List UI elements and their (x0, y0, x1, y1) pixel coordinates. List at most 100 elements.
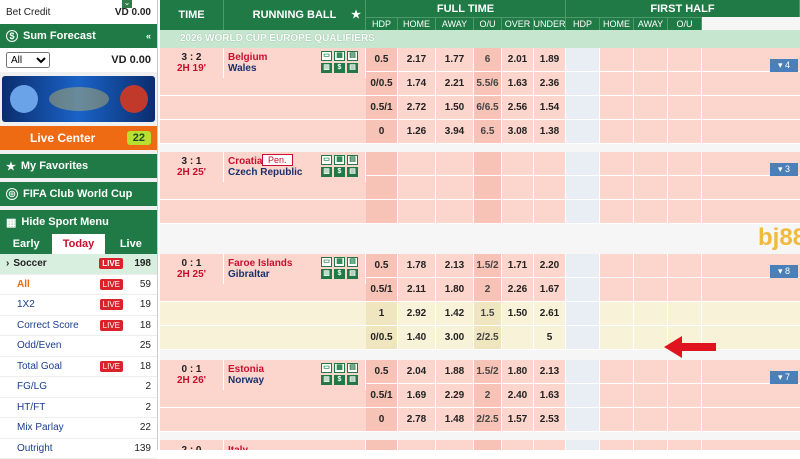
sport-item[interactable]: ›SoccerLIVE198 (0, 254, 157, 275)
odds-cell[interactable]: 2.92 (398, 302, 436, 325)
odds-cell[interactable]: 3.08 (502, 120, 534, 143)
home-team[interactable]: Estonia (228, 364, 264, 375)
odds-cell[interactable]: 1.50 (502, 302, 534, 325)
sport-item[interactable]: Mix Parlay22 (0, 418, 157, 439)
odds-cell[interactable]: 0.5/1 (366, 384, 398, 407)
odds-cell[interactable]: 0.5 (366, 360, 398, 383)
odds-cell[interactable]: 2.53 (534, 408, 566, 431)
odds-cell[interactable]: 1.40 (398, 326, 436, 349)
more-bets-button[interactable]: ▾ 8 (770, 265, 798, 278)
odds-cell[interactable]: 2.11 (398, 278, 436, 301)
odds-cell[interactable]: 2 (474, 384, 502, 407)
more-bets-button[interactable]: ▾ 7 (770, 371, 798, 384)
tv-icon[interactable]: ▭ (321, 51, 332, 61)
chart-icon[interactable]: ▤ (347, 269, 358, 279)
odds-cell[interactable]: 1.5/2 (474, 360, 502, 383)
odds-cell[interactable]: 0/0.5 (366, 326, 398, 349)
hide-sport-menu-button[interactable]: ▦ Hide Sport Menu (0, 210, 157, 234)
odds-cell[interactable]: 5.5/6 (474, 72, 502, 95)
odds-cell[interactable]: 1.26 (398, 120, 436, 143)
chart-icon[interactable]: ▤ (347, 375, 358, 385)
odds-cell[interactable]: 2.72 (398, 96, 436, 119)
odds-cell[interactable]: 2 (474, 278, 502, 301)
sport-item[interactable]: AllLIVE59 (0, 275, 157, 296)
sport-item[interactable]: HT/FT2 (0, 398, 157, 419)
odds-cell[interactable]: 2.26 (502, 278, 534, 301)
odds-cell[interactable]: 3.94 (436, 120, 474, 143)
odds-cell[interactable]: 1.63 (534, 384, 566, 407)
chart-icon[interactable]: ▤ (347, 155, 358, 165)
promo-banner[interactable] (2, 76, 155, 122)
odds-cell[interactable]: 6 (474, 48, 502, 71)
odds-cell[interactable]: 6.5 (474, 120, 502, 143)
odds-cell[interactable]: 1.71 (502, 254, 534, 277)
tab-today[interactable]: Today (52, 234, 104, 254)
odds-cell[interactable]: 1.77 (436, 48, 474, 71)
sum-forecast-header[interactable]: $ Sum Forecast « (0, 24, 157, 48)
sport-item[interactable]: Correct ScoreLIVE18 (0, 316, 157, 337)
odds-cell[interactable]: 0 (366, 120, 398, 143)
odds-cell[interactable]: 1.54 (534, 96, 566, 119)
chart-icon[interactable]: ▤ (347, 257, 358, 267)
collapse-chevron-icon[interactable]: ⌄ (122, 0, 132, 8)
odds-cell[interactable]: 2.21 (436, 72, 474, 95)
forecast-select[interactable]: All (6, 52, 50, 68)
away-team[interactable]: Gibraltar (228, 269, 270, 280)
odds-cell[interactable]: 2/2.5 (474, 408, 502, 431)
odds-cell[interactable]: 1.48 (436, 408, 474, 431)
home-team[interactable]: Croatia (228, 156, 262, 167)
dollar-icon[interactable]: $ (334, 269, 345, 279)
odds-cell[interactable]: 1.42 (436, 302, 474, 325)
more-bets-button[interactable]: ▾ 3 (770, 163, 798, 176)
league-header[interactable]: 2026 WORLD CUP EUROPE QUALIFIERS (160, 30, 800, 48)
stats-icon[interactable]: ▥ (321, 269, 332, 279)
odds-cell[interactable]: 1.67 (534, 278, 566, 301)
odds-cell[interactable]: 1.78 (398, 254, 436, 277)
stats-icon[interactable]: ▦ (334, 363, 345, 373)
tv-icon[interactable]: ▭ (321, 155, 332, 165)
odds-cell[interactable]: 1.38 (534, 120, 566, 143)
odds-cell[interactable]: 2.56 (502, 96, 534, 119)
sport-item[interactable]: Outright139 (0, 439, 157, 459)
odds-cell[interactable]: 1.88 (436, 360, 474, 383)
odds-cell[interactable]: 2.01 (502, 48, 534, 71)
odds-cell[interactable]: 2.36 (534, 72, 566, 95)
odds-cell[interactable]: 2.29 (436, 384, 474, 407)
odds-cell[interactable]: 2.13 (534, 360, 566, 383)
odds-cell[interactable]: 1.80 (436, 278, 474, 301)
my-favorites-button[interactable]: ★ My Favorites (0, 154, 157, 178)
sport-item[interactable]: FG/LG2 (0, 377, 157, 398)
more-bets-button[interactable]: ▾ 4 (770, 59, 798, 72)
odds-cell[interactable]: 0.5 (366, 48, 398, 71)
odds-cell[interactable]: 0.5 (366, 254, 398, 277)
away-team[interactable]: Norway (228, 375, 264, 386)
odds-cell[interactable]: 2/2.5 (474, 326, 502, 349)
stats-icon[interactable]: ▦ (334, 51, 345, 61)
odds-cell[interactable]: 0.5/1 (366, 278, 398, 301)
odds-cell[interactable]: 1.80 (502, 360, 534, 383)
dollar-icon[interactable]: $ (334, 167, 345, 177)
live-center-button[interactable]: Live Center 22 (0, 126, 157, 150)
tv-icon[interactable]: ▭ (321, 363, 332, 373)
odds-cell[interactable]: 1.5 (474, 302, 502, 325)
odds-cell[interactable]: 2.20 (534, 254, 566, 277)
away-team[interactable]: Wales (228, 63, 257, 74)
sport-item[interactable]: Odd/Even25 (0, 336, 157, 357)
stats-icon[interactable]: ▥ (321, 63, 332, 73)
odds-cell[interactable]: 1 (366, 302, 398, 325)
tv-icon[interactable]: ▭ (321, 257, 332, 267)
stats-icon[interactable]: ▥ (321, 375, 332, 385)
odds-cell[interactable]: 0 (366, 408, 398, 431)
odds-cell[interactable]: 1.63 (502, 72, 534, 95)
fifa-club-button[interactable]: ◎ FIFA Club World Cup (0, 182, 157, 206)
dollar-icon[interactable]: $ (334, 63, 345, 73)
star-icon[interactable]: ★ (351, 8, 361, 21)
odds-cell[interactable]: 2.04 (398, 360, 436, 383)
odds-cell[interactable]: 1.74 (398, 72, 436, 95)
away-team[interactable]: Czech Republic (228, 167, 302, 178)
odds-cell[interactable]: 0.5/1 (366, 96, 398, 119)
odds-cell[interactable]: 5 (534, 326, 566, 349)
odds-cell[interactable]: 1.69 (398, 384, 436, 407)
home-team[interactable]: Italy (228, 445, 248, 451)
odds-cell[interactable]: 6/6.5 (474, 96, 502, 119)
